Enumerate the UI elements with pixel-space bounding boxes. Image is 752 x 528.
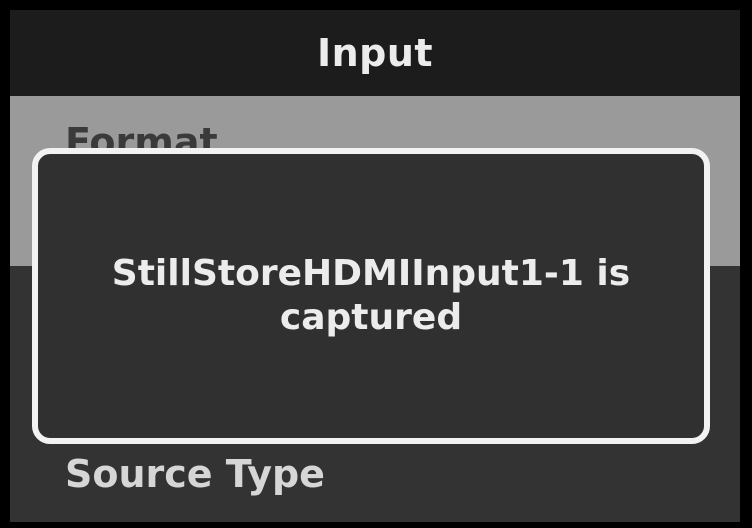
- notification-line-2: captured: [279, 297, 463, 338]
- notification-line-1: StillStoreHDMIInput1-1 is: [111, 253, 631, 294]
- capture-notification: StillStoreHDMIInput1-1 is captured: [32, 148, 710, 444]
- menu-item-label: Source Type: [65, 452, 325, 496]
- screen-title: Input: [316, 31, 434, 75]
- notification-message: StillStoreHDMIInput1-1 is captured: [71, 252, 671, 340]
- device-screen: Input Format Source Type StillStoreHDMII…: [10, 10, 740, 522]
- screen-header: Input: [10, 10, 740, 96]
